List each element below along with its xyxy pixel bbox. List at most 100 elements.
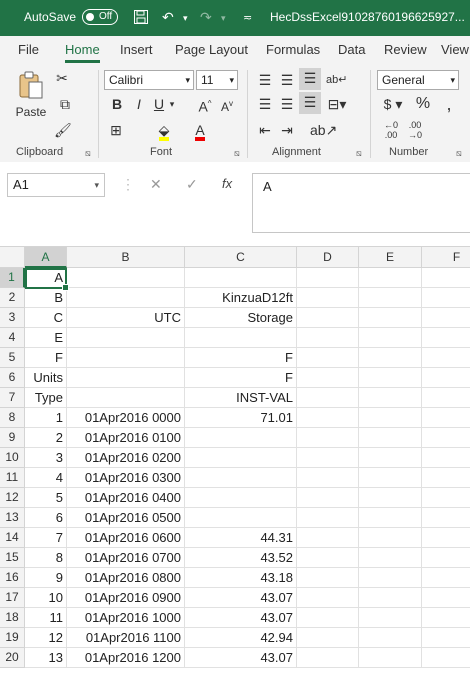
comma-style-icon[interactable]: , [440, 94, 458, 114]
table-cell[interactable] [67, 388, 185, 408]
customize-qat-icon[interactable]: ≂ [243, 11, 252, 24]
bottom-align-icon[interactable]: ☰ [299, 68, 321, 90]
increase-indent-icon[interactable]: ⇥ [278, 120, 296, 140]
row-header[interactable]: 6 [0, 368, 25, 388]
fill-color-icon[interactable]: ⬙ [154, 120, 174, 141]
font-name-dropdown[interactable]: Calibri ▾ [104, 70, 194, 90]
table-cell[interactable]: 71.01 [185, 408, 297, 428]
alignment-launcher-icon[interactable]: ⧅ [356, 148, 362, 159]
table-cell[interactable]: 43.18 [185, 568, 297, 588]
table-cell[interactable] [422, 268, 470, 288]
percent-icon[interactable]: % [414, 94, 432, 114]
row-header[interactable]: 11 [0, 468, 25, 488]
table-cell[interactable]: 01Apr2016 0100 [67, 428, 185, 448]
bold-button[interactable]: B [110, 94, 124, 114]
row-header[interactable]: 9 [0, 428, 25, 448]
table-cell[interactable] [297, 388, 359, 408]
column-header-d[interactable]: D [297, 247, 359, 268]
autosave-toggle[interactable]: Off [82, 9, 118, 25]
row-header[interactable]: 15 [0, 548, 25, 568]
decrease-decimal-icon[interactable]: .00 →0 [404, 120, 426, 140]
table-cell[interactable] [422, 468, 470, 488]
tab-data[interactable]: Data [338, 42, 365, 57]
table-cell[interactable]: 01Apr2016 0600 [67, 528, 185, 548]
column-header-e[interactable]: E [359, 247, 422, 268]
row-header[interactable]: 2 [0, 288, 25, 308]
row-header[interactable]: 12 [0, 488, 25, 508]
row-header[interactable]: 14 [0, 528, 25, 548]
table-cell[interactable] [359, 448, 422, 468]
table-cell[interactable] [359, 408, 422, 428]
borders-icon[interactable]: ⊞ [106, 120, 126, 140]
row-header[interactable]: 19 [0, 628, 25, 648]
table-cell[interactable] [422, 548, 470, 568]
table-cell[interactable]: 8 [25, 548, 67, 568]
save-icon[interactable] [133, 9, 149, 28]
table-cell[interactable]: UTC [67, 308, 185, 328]
tab-file[interactable]: File [18, 42, 39, 57]
table-cell[interactable] [422, 428, 470, 448]
font-color-icon[interactable]: A [190, 120, 210, 141]
increase-font-icon[interactable]: A^ [196, 94, 214, 117]
undo-dropdown-icon[interactable]: ▾ [183, 13, 188, 24]
table-cell[interactable]: 3 [25, 448, 67, 468]
table-cell[interactable] [297, 628, 359, 648]
table-cell[interactable]: 01Apr2016 0000 [67, 408, 185, 428]
table-cell[interactable] [359, 648, 422, 668]
table-cell[interactable] [422, 568, 470, 588]
spreadsheet-grid[interactable]: A B C D E F 1 A 2 B KinzuaD12ft 3 C UTC Storage 4… [0, 246, 470, 678]
table-cell[interactable]: B [25, 288, 67, 308]
row-header[interactable]: 1 [0, 268, 25, 288]
italic-button[interactable]: I [132, 94, 146, 114]
table-cell[interactable] [297, 368, 359, 388]
row-header[interactable]: 4 [0, 328, 25, 348]
undo-icon[interactable]: ↶ [162, 9, 174, 26]
table-cell[interactable] [297, 648, 359, 668]
decrease-font-icon[interactable]: Av [218, 94, 236, 117]
merge-center-icon[interactable]: ⊟▾ [326, 94, 348, 114]
table-cell[interactable] [422, 448, 470, 468]
paste-button[interactable]: Paste [14, 70, 48, 119]
table-cell[interactable] [422, 628, 470, 648]
tab-review[interactable]: Review [384, 42, 427, 57]
table-cell[interactable]: KinzuaD12ft [185, 288, 297, 308]
table-cell[interactable] [422, 508, 470, 528]
table-cell[interactable] [359, 328, 422, 348]
table-cell[interactable]: 5 [25, 488, 67, 508]
table-cell[interactable] [185, 468, 297, 488]
table-cell[interactable] [297, 448, 359, 468]
table-cell[interactable] [67, 328, 185, 348]
row-header[interactable]: 17 [0, 588, 25, 608]
table-cell[interactable]: 43.07 [185, 648, 297, 668]
table-cell[interactable] [297, 608, 359, 628]
table-cell[interactable] [297, 408, 359, 428]
accounting-format-icon[interactable]: $ ▾ [380, 94, 406, 114]
table-cell[interactable] [67, 368, 185, 388]
cut-icon[interactable]: ✂ [54, 68, 70, 88]
table-cell[interactable]: F [185, 368, 297, 388]
table-cell[interactable] [185, 268, 297, 288]
table-cell[interactable] [359, 468, 422, 488]
table-cell[interactable] [297, 528, 359, 548]
cancel-icon[interactable]: ✕ [150, 176, 162, 193]
table-cell[interactable] [185, 448, 297, 468]
column-header-f[interactable]: F [422, 247, 470, 268]
align-center-icon[interactable]: ☰ [278, 94, 296, 114]
table-cell[interactable]: 9 [25, 568, 67, 588]
table-cell[interactable]: 10 [25, 588, 67, 608]
number-format-dropdown[interactable]: General ▾ [377, 70, 459, 90]
underline-button[interactable]: U [152, 94, 166, 114]
row-header[interactable]: 13 [0, 508, 25, 528]
table-cell[interactable]: 43.52 [185, 548, 297, 568]
table-cell[interactable]: 01Apr2016 0200 [67, 448, 185, 468]
row-header[interactable]: 20 [0, 648, 25, 668]
table-cell[interactable] [67, 288, 185, 308]
decrease-indent-icon[interactable]: ⇤ [256, 120, 274, 140]
table-cell[interactable] [67, 268, 185, 288]
redo-icon[interactable]: ↷ [200, 9, 212, 26]
copy-icon[interactable]: ⧉ [54, 94, 76, 114]
font-launcher-icon[interactable]: ⧅ [234, 148, 240, 159]
table-cell[interactable] [297, 288, 359, 308]
tab-home[interactable]: Home [65, 42, 100, 63]
formula-input[interactable]: A [252, 173, 470, 233]
